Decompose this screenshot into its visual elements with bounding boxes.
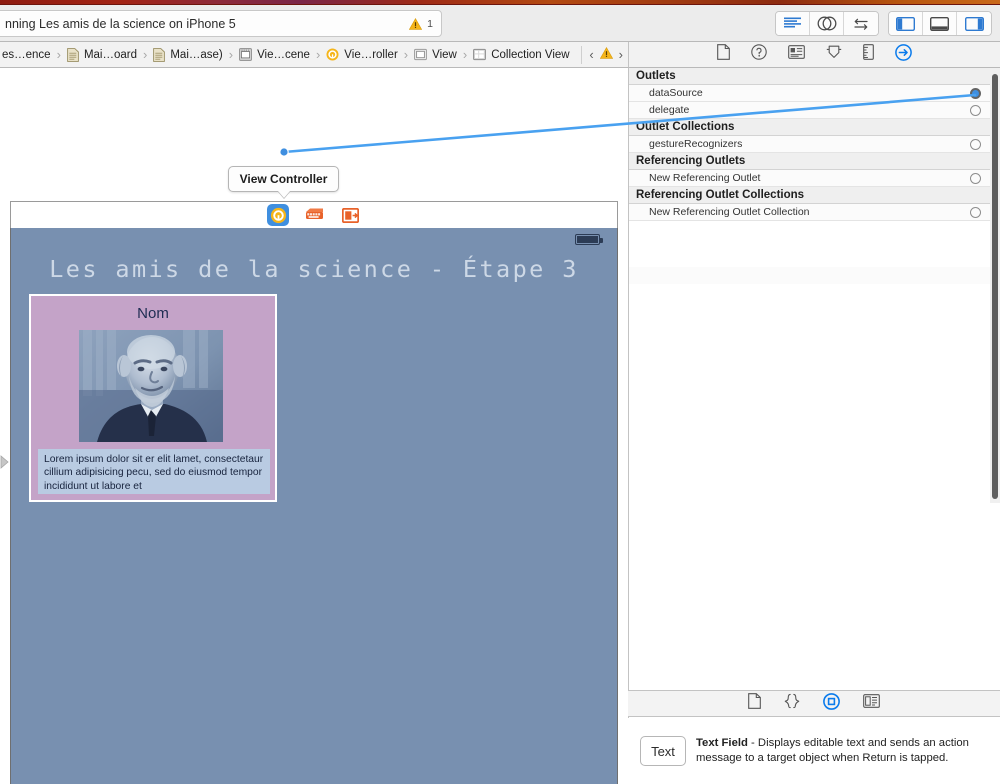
group-header-outlets: Outlets [629,68,991,85]
device-preview[interactable]: Les amis de la science - Étape 3 Nom Lor… [10,228,618,784]
exit-dock-icon[interactable] [339,204,361,226]
view-icon [414,48,428,61]
toolbar-right-controls [775,11,992,36]
warning-triangle-icon[interactable] [599,46,613,64]
connection-well[interactable] [970,138,981,150]
standard-editor-button[interactable] [776,12,810,35]
group-header-referencing-outlets: Referencing Outlets [629,153,991,170]
file-inspector-tab[interactable] [717,44,730,65]
connection-row-delegate[interactable]: delegate [629,102,991,119]
collection-view-cell[interactable]: Nom Lorem ipsum dolor sit er elit lamet,… [29,294,277,502]
view-controller-icon [326,48,339,61]
connection-label: delegate [649,104,690,116]
battery-icon [575,234,603,245]
breadcrumb-separator: › [228,47,234,62]
storyboard-canvas[interactable]: View Controller Les amis de la science -… [0,68,628,784]
breadcrumb-separator: › [315,47,321,62]
scene-icon [239,48,252,61]
first-responder-dock-icon[interactable] [303,204,325,226]
warning-count: 1 [427,17,433,30]
text-field-preview-chip[interactable]: Text [640,736,686,766]
breadcrumb-item-project[interactable]: es…ence [0,42,53,67]
view-controller-dock-icon[interactable] [267,204,289,226]
assistant-editor-button[interactable] [810,12,844,35]
issue-navigation-controls: ‹ › [581,45,628,64]
collection-view-icon [473,48,487,61]
main-toolbar: nning Les amis de la science on iPhone 5… [0,5,1000,42]
breadcrumb-item-storyboard[interactable]: Mai…oard [65,42,139,67]
breadcrumb-label: View [432,48,457,61]
breadcrumb-separator: › [143,47,148,62]
connection-row-datasource[interactable]: dataSource [629,85,991,102]
breadcrumb-item-base[interactable]: Mai…ase) [151,42,224,67]
breadcrumb-label: Mai…oard [83,48,137,61]
connection-label: New Referencing Outlet Collection [649,206,810,218]
connection-well[interactable] [970,104,981,116]
expand-arrow-icon[interactable] [0,450,10,474]
attributes-inspector-tab[interactable] [826,44,842,65]
quick-help-inspector-tab[interactable] [751,44,767,65]
connection-row-new-referencing-outlet-collection[interactable]: New Referencing Outlet Collection [629,204,991,221]
breadcrumb-separator: › [56,47,61,62]
toggle-utilities-button[interactable] [957,12,991,35]
library-tab-bar [628,690,1000,717]
inspector-scrollbar[interactable] [990,68,1000,503]
object-library-tab[interactable] [823,692,840,715]
breadcrumb-label: Vie…roller [344,48,398,61]
connection-row-gesturerecognizers[interactable]: gestureRecognizers [629,136,991,153]
breadcrumb: es…ence › Mai…oard › Mai…ase) › Vie…cene… [0,42,628,68]
breadcrumb-item-view-controller[interactable]: Vie…roller [324,42,399,67]
identity-inspector-tab[interactable] [788,45,805,64]
breadcrumb-label: es…ence [2,48,51,61]
cell-name-label: Nom [137,305,169,322]
library-item-description: Text Text Field - Displays editable text… [628,718,1000,784]
xcode-window: nning Les amis de la science on iPhone 5… [0,0,1000,784]
connection-label: New Referencing Outlet [649,172,761,184]
warning-triangle-icon[interactable] [409,17,423,30]
inspector-tab-bar [628,42,1000,68]
connection-well[interactable] [970,87,981,99]
description-title: Text Field [696,737,748,749]
connections-list: Outlets dataSource delegate Outlet Colle… [629,68,991,221]
device-title-label: Les amis de la science - Étape 3 [49,255,579,283]
toggle-navigator-button[interactable] [889,12,923,35]
breadcrumb-separator: › [403,47,409,62]
size-inspector-tab[interactable] [863,44,874,65]
breadcrumb-item-scene[interactable]: Vie…cene [237,42,312,67]
group-header-referencing-outlet-collections: Referencing Outlet Collections [629,187,991,204]
document-icon [153,47,166,62]
connections-inspector-tab[interactable] [895,43,912,66]
previous-issue-button[interactable]: ‹ [589,47,593,62]
breadcrumb-item-collection-view[interactable]: Collection View [471,42,571,67]
view-toggle-segment[interactable] [888,11,992,36]
connection-label: dataSource [649,87,703,99]
cell-body-text: Lorem ipsum dolor sit er elit lamet, con… [38,449,270,494]
description-text: Text Field - Displays editable text and … [696,736,988,766]
connection-row-new-referencing-outlet[interactable]: New Referencing Outlet [629,170,991,187]
breadcrumb-separator: › [462,47,468,62]
connection-well[interactable] [970,172,981,184]
inspector-blank-area [629,284,991,678]
document-icon [67,47,79,62]
activity-status-text: nning Les amis de la science on iPhone 5 [5,16,236,31]
breadcrumb-label: Collection View [491,48,570,61]
connection-well[interactable] [970,206,981,218]
version-editor-button[interactable] [844,12,878,35]
connections-inspector-panel: Outlets dataSource delegate Outlet Colle… [628,68,1000,784]
code-snippet-library-tab[interactable] [784,693,800,714]
breadcrumb-label: Mai…ase) [170,48,223,61]
view-controller-label-bubble: View Controller [228,166,339,192]
breadcrumb-item-view[interactable]: View [412,42,459,67]
scene-dock [10,201,618,228]
editor-mode-segment[interactable] [775,11,879,36]
toggle-debug-area-button[interactable] [923,12,957,35]
portrait-photo [79,330,223,442]
file-template-library-tab[interactable] [748,693,761,714]
media-library-tab[interactable] [863,694,880,713]
next-issue-button[interactable]: › [619,47,623,62]
breadcrumb-label: Vie…cene [257,48,310,61]
connection-label: gestureRecognizers [649,138,743,150]
group-header-outlet-collections: Outlet Collections [629,119,991,136]
activity-status-view[interactable]: nning Les amis de la science on iPhone 5… [0,10,442,37]
